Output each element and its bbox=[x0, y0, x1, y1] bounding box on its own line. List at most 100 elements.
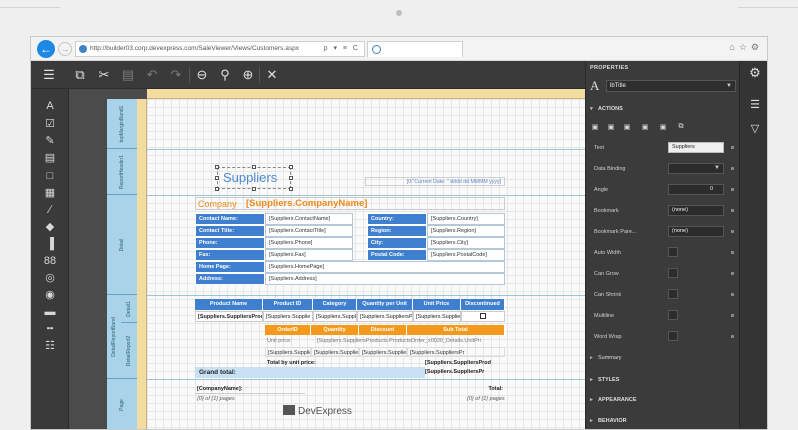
gear-icon[interactable]: ⚙ bbox=[749, 66, 761, 79]
can-grow-checkbox[interactable] bbox=[668, 268, 678, 278]
resize-handle[interactable] bbox=[289, 176, 293, 180]
bookmark-parent-select[interactable]: (none) bbox=[668, 226, 724, 237]
column-header[interactable]: Product Name bbox=[195, 299, 263, 310]
table-icon[interactable]: ▦ bbox=[42, 186, 58, 200]
unit-price-value[interactable]: [Suppliers.SuppliersProducts.ProductsOrd… bbox=[315, 336, 505, 346]
band-detail-report[interactable]: DetailReportBand bbox=[107, 295, 121, 379]
copy-icon[interactable]: ⧉ bbox=[71, 66, 89, 84]
resize-handle[interactable] bbox=[215, 187, 219, 191]
table-cell[interactable]: [Suppliers.SuppliersPro bbox=[357, 311, 413, 322]
resize-handle[interactable] bbox=[252, 187, 256, 191]
cut-icon[interactable]: ✂ bbox=[95, 66, 113, 84]
prop-menu-dot[interactable] bbox=[731, 272, 734, 275]
data-binding-select[interactable]: ▼ bbox=[668, 163, 724, 174]
bring-to-front-icon[interactable]: ▣ bbox=[658, 123, 668, 132]
field-key[interactable]: Fax: bbox=[195, 249, 265, 261]
prop-menu-dot[interactable] bbox=[731, 146, 734, 149]
prop-menu-dot[interactable] bbox=[731, 335, 734, 338]
prop-menu-dot[interactable] bbox=[731, 167, 734, 170]
date-label[interactable]: [0:"Current Date: " dddd dd MMMM yyyy] bbox=[365, 177, 505, 186]
word-wrap-checkbox[interactable] bbox=[668, 331, 678, 341]
zoom-icon[interactable]: ⚲ bbox=[216, 66, 234, 84]
bookmark-select[interactable]: (none) bbox=[668, 205, 724, 216]
close-icon[interactable]: ✕ bbox=[263, 66, 281, 84]
field-value[interactable]: [Suppliers.Phone] bbox=[265, 237, 353, 249]
order-cell[interactable]: [Suppliers.Suppliersh bbox=[359, 347, 407, 357]
prop-menu-dot[interactable] bbox=[731, 209, 734, 212]
resize-handle[interactable] bbox=[215, 165, 219, 169]
undo-icon[interactable]: ↶ bbox=[143, 66, 161, 84]
field-key[interactable]: Region: bbox=[367, 225, 427, 237]
richtext-icon[interactable]: ✎ bbox=[42, 134, 58, 148]
band-page-footer[interactable]: Page bbox=[107, 379, 137, 429]
order-cell[interactable]: [Suppliers.SuppliersPr bbox=[407, 347, 505, 357]
redo-icon[interactable]: ↷ bbox=[167, 66, 185, 84]
column-header[interactable]: Quantity per Unit bbox=[357, 299, 413, 310]
report-page[interactable]: Suppliers [0:"Current Date: " dddd dd MM… bbox=[147, 99, 585, 429]
back-button[interactable]: ← bbox=[37, 40, 55, 58]
design-surface[interactable]: topMarginBand1 ReportHeader1 Detail Deta… bbox=[69, 89, 585, 429]
discontinued-checkbox-cell[interactable] bbox=[461, 311, 505, 322]
resize-handle[interactable] bbox=[252, 165, 256, 169]
resize-handle[interactable] bbox=[289, 165, 293, 169]
zipcode-icon[interactable]: 88 bbox=[42, 254, 58, 268]
band-detail1[interactable]: Detail1 bbox=[121, 295, 137, 323]
page-info[interactable]: {0} of {1} pages bbox=[195, 394, 305, 404]
checkbox-icon[interactable]: ☑ bbox=[42, 117, 58, 131]
subreport-icon[interactable]: ☷ bbox=[42, 339, 58, 353]
appearance-section[interactable]: ▸ APPEARANCE bbox=[590, 397, 637, 403]
table-cell[interactable]: [Suppliers.Supplie bbox=[263, 311, 313, 322]
field-value[interactable]: [Suppliers.ContactName] bbox=[265, 213, 353, 225]
field-key[interactable]: City: bbox=[367, 237, 427, 249]
column-header[interactable]: Discontinued bbox=[461, 299, 505, 310]
field-value[interactable]: [Suppliers.Region] bbox=[427, 225, 505, 237]
field-value[interactable]: [Suppliers.Fax] bbox=[265, 249, 353, 261]
field-key[interactable]: Home Page: bbox=[195, 261, 265, 273]
crossband-icon[interactable]: ╍ bbox=[42, 322, 58, 336]
filter-icon[interactable]: ▽ bbox=[749, 123, 761, 135]
align-center-icon[interactable]: ▣ bbox=[606, 123, 616, 132]
field-key[interactable]: Postal Code: bbox=[367, 249, 427, 261]
prop-menu-dot[interactable] bbox=[731, 314, 734, 317]
database-icon[interactable]: ☰ bbox=[749, 99, 761, 111]
zoom-out-icon[interactable]: ⊖ bbox=[193, 66, 211, 84]
band-detail[interactable]: Detail bbox=[107, 195, 137, 295]
page-info-right[interactable]: {0} of {1} pages bbox=[465, 394, 505, 404]
pagebreak-icon[interactable]: ▬ bbox=[42, 305, 58, 319]
align-right-icon[interactable]: ▣ bbox=[622, 123, 632, 132]
prop-menu-dot[interactable] bbox=[731, 230, 734, 233]
picture-icon[interactable]: ▤ bbox=[42, 151, 58, 165]
grand-total-row[interactable]: Grand total: bbox=[195, 367, 425, 378]
zoom-in-icon[interactable]: ⊕ bbox=[239, 66, 257, 84]
forward-button[interactable]: → bbox=[58, 42, 72, 56]
field-key[interactable]: Phone: bbox=[195, 237, 265, 249]
field-value[interactable]: [Suppliers.ContactTitle] bbox=[265, 225, 353, 237]
label-icon[interactable]: A bbox=[42, 99, 58, 113]
paste-icon[interactable]: ▤ bbox=[119, 66, 137, 84]
align-left-icon[interactable]: ▣ bbox=[590, 123, 600, 132]
object-selector[interactable]: lbTitle ▼ bbox=[606, 80, 736, 92]
band-report-header[interactable]: ReportHeader1 bbox=[107, 149, 137, 195]
report-title-label[interactable]: Suppliers bbox=[223, 170, 277, 185]
order-cell[interactable]: [Suppliers.SuppliersPr bbox=[311, 347, 359, 357]
gauge-icon[interactable]: ◎ bbox=[42, 271, 58, 285]
column-header[interactable]: Product ID bbox=[263, 299, 313, 310]
actions-section[interactable]: ▾ ACTIONS bbox=[590, 106, 623, 112]
resize-handle[interactable] bbox=[289, 187, 293, 191]
panel-icon[interactable]: □ bbox=[42, 169, 58, 183]
field-value[interactable]: [Suppliers.Address] bbox=[265, 273, 505, 285]
shape-icon[interactable]: ◆ bbox=[42, 220, 58, 234]
send-to-back-icon[interactable]: ⧉ bbox=[676, 123, 686, 132]
order-column-header[interactable]: Quantity bbox=[311, 325, 359, 335]
field-key[interactable]: Country: bbox=[367, 213, 427, 225]
size-to-grid-icon[interactable]: ▣ bbox=[640, 123, 650, 132]
total-footer-label[interactable]: Total: bbox=[465, 384, 505, 394]
prop-menu-dot[interactable] bbox=[731, 293, 734, 296]
browser-right-icons[interactable]: ⌂☆⚙ bbox=[729, 42, 763, 53]
company-name-footer[interactable]: [CompanyName]: bbox=[195, 384, 305, 394]
behavior-section[interactable]: ▸ BEHAVIOR bbox=[590, 418, 627, 424]
company-row[interactable]: Company [Suppliers.CompanyName] bbox=[195, 197, 505, 210]
field-value[interactable]: [Suppliers.PostalCode] bbox=[427, 249, 505, 261]
menu-icon[interactable]: ☰ bbox=[40, 66, 58, 84]
multiline-checkbox[interactable] bbox=[668, 310, 678, 320]
